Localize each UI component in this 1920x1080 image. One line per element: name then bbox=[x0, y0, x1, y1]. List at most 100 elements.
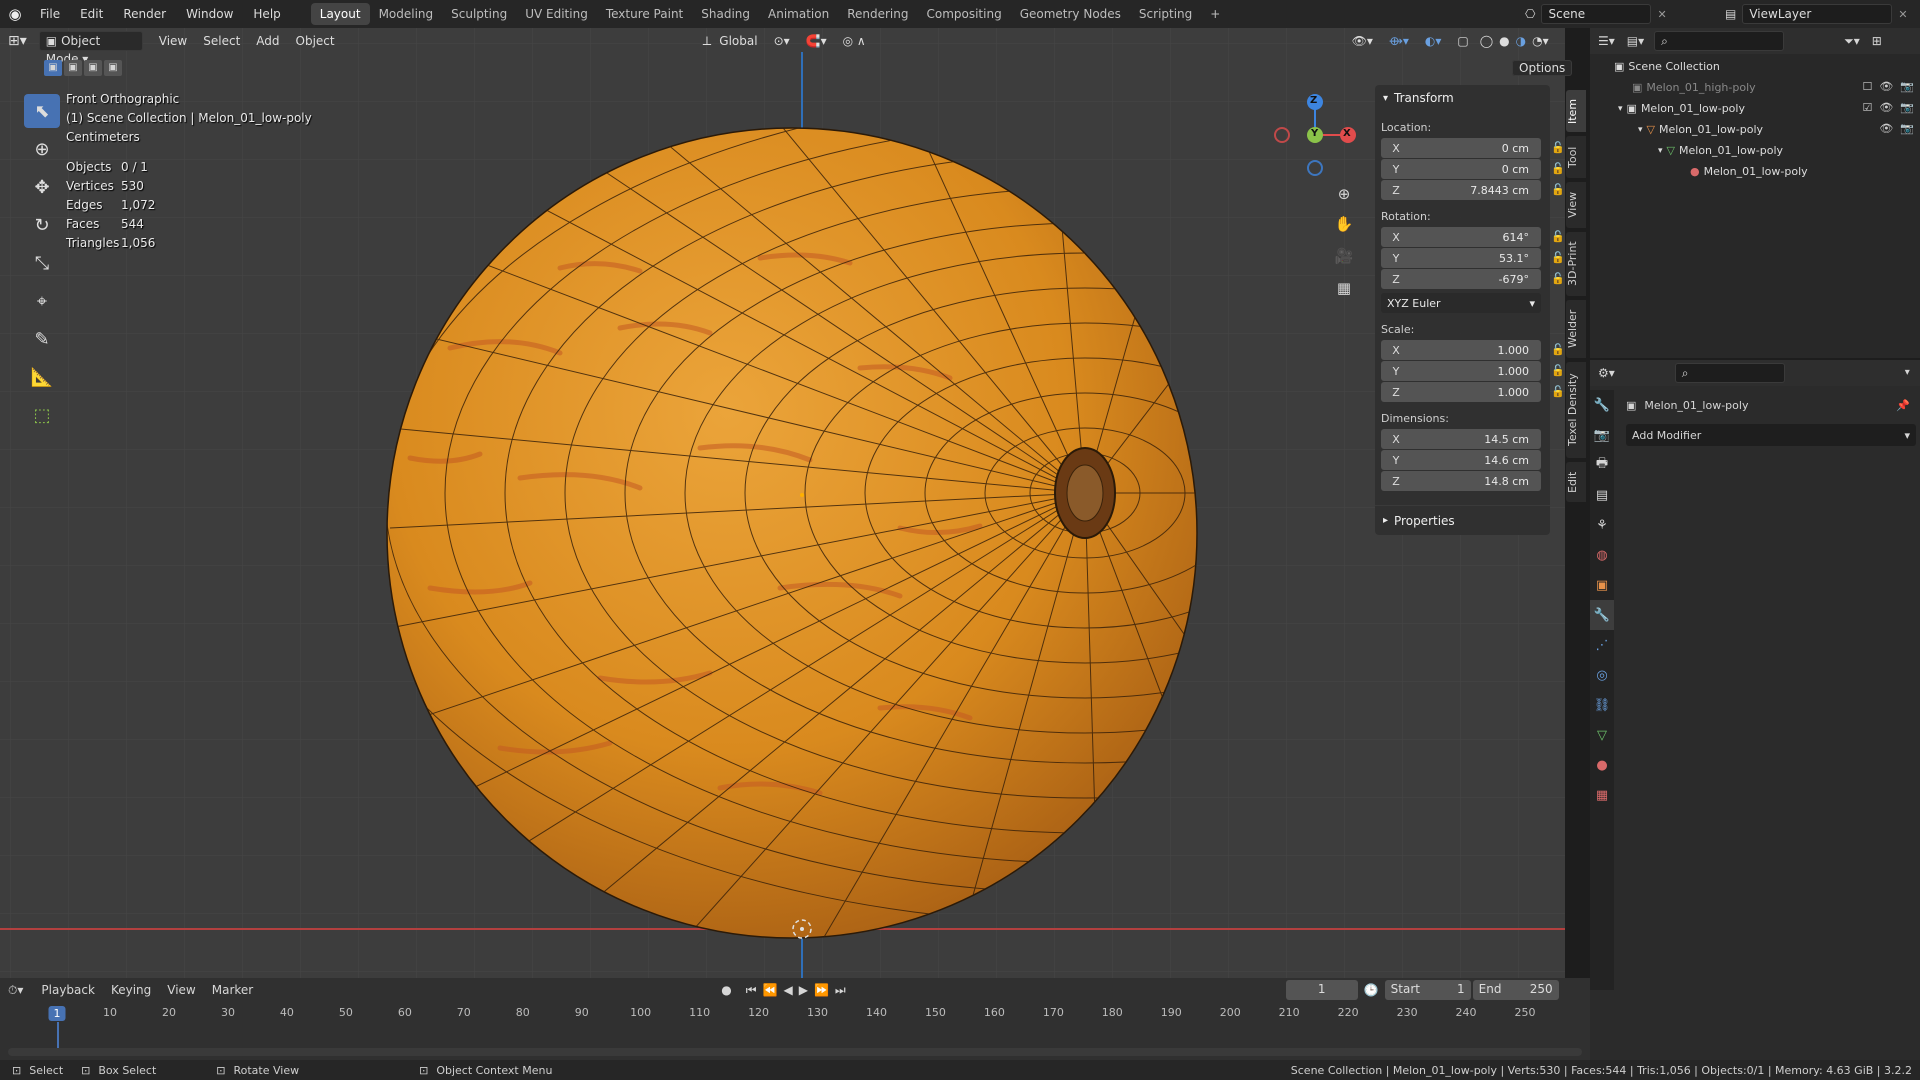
outliner-row-low-poly-collection[interactable]: ▾ ▣ Melon_01_low-poly ☑ 👁 📷 bbox=[1590, 98, 1920, 119]
perspective-grid-icon[interactable]: ▦ bbox=[1330, 272, 1358, 304]
menu-select[interactable]: Select bbox=[195, 30, 248, 52]
expand-arrow-icon[interactable]: ▾ bbox=[1658, 146, 1663, 156]
overlay-toggle-icon[interactable]: ◐▾ bbox=[1417, 30, 1450, 52]
scale-y-field[interactable]: Y 1.000 🔓 bbox=[1381, 361, 1565, 381]
visibility-icon[interactable]: 👁▾ bbox=[1344, 30, 1381, 52]
view-layer-field[interactable]: ViewLayer bbox=[1742, 4, 1893, 24]
tab-geometry-nodes[interactable]: Geometry Nodes bbox=[1011, 3, 1130, 25]
add-cube-tool[interactable]: ⬚ bbox=[24, 398, 60, 432]
mode-dropdown[interactable]: ▣ Object Mode ▾ bbox=[38, 31, 143, 66]
scene-icon[interactable]: ⎔ bbox=[1525, 8, 1535, 20]
camera-render-icon[interactable]: 📷 bbox=[1900, 80, 1914, 93]
expand-arrow-icon[interactable]: ▾ bbox=[1618, 104, 1623, 114]
menu-help[interactable]: Help bbox=[243, 7, 290, 21]
cursor-tool[interactable]: ⊕ bbox=[24, 132, 60, 166]
view-layer-properties-icon[interactable]: ▤ bbox=[1590, 480, 1614, 510]
physics-properties-icon[interactable]: ◎ bbox=[1590, 660, 1614, 690]
scene-properties-icon[interactable]: ⚘ bbox=[1590, 510, 1614, 540]
tab-edit[interactable]: Edit bbox=[1566, 462, 1586, 502]
zoom-icon[interactable]: ⊕ bbox=[1330, 180, 1358, 208]
prev-keyframe-icon[interactable]: ⏪ bbox=[763, 984, 778, 996]
object-properties-icon[interactable]: ▣ bbox=[1590, 570, 1614, 600]
lock-icon[interactable]: 🔓 bbox=[1551, 141, 1565, 154]
end-frame-field[interactable]: End 250 bbox=[1472, 980, 1559, 1000]
snap-icon[interactable]: 🧲▾ bbox=[798, 30, 835, 52]
camera-render-icon[interactable]: 📷 bbox=[1900, 101, 1914, 114]
menu-keying[interactable]: Keying bbox=[103, 979, 159, 1001]
properties-search-input[interactable]: ⌕ bbox=[1674, 363, 1785, 383]
current-frame-field[interactable]: 1 bbox=[1285, 980, 1358, 1000]
rotation-z-field[interactable]: Z -679° 🔓 bbox=[1381, 269, 1565, 289]
camera-render-icon[interactable]: 📷 bbox=[1900, 122, 1914, 135]
transform-panel-header[interactable]: ▾ Transform bbox=[1375, 85, 1550, 111]
filter-icon[interactable]: ⏷▾ bbox=[1844, 35, 1860, 47]
eye-icon[interactable]: 👁 bbox=[1879, 80, 1893, 93]
world-properties-icon[interactable]: ◍ bbox=[1590, 540, 1614, 570]
transform-orientation-icon[interactable]: ⟂ bbox=[703, 35, 712, 48]
tab-modeling[interactable]: Modeling bbox=[370, 3, 443, 25]
menu-object[interactable]: Object bbox=[288, 30, 343, 52]
menu-render[interactable]: Render bbox=[113, 7, 176, 21]
solid-shading-icon[interactable]: ● bbox=[1496, 35, 1512, 47]
expand-arrow-icon[interactable]: ▾ bbox=[1638, 125, 1643, 135]
measure-tool[interactable]: 📐 bbox=[24, 360, 60, 394]
current-frame-marker[interactable]: 1 bbox=[48, 1006, 66, 1021]
menu-timeline-view[interactable]: View bbox=[159, 979, 203, 1001]
data-properties-icon[interactable]: ▽ bbox=[1590, 720, 1614, 750]
texture-properties-icon[interactable]: ▦ bbox=[1590, 780, 1614, 810]
menu-playback[interactable]: Playback bbox=[33, 979, 103, 1001]
camera-icon[interactable]: 🎥 bbox=[1330, 240, 1358, 272]
record-icon[interactable]: ● bbox=[721, 984, 731, 996]
lock-icon[interactable]: 🔓 bbox=[1551, 230, 1565, 243]
move-tool[interactable]: ✥ bbox=[24, 170, 60, 204]
tab-animation[interactable]: Animation bbox=[759, 3, 838, 25]
select-new-icon[interactable]: ▣ bbox=[44, 60, 62, 76]
scale-tool[interactable]: ⤡ bbox=[24, 246, 60, 280]
tab-3d-print[interactable]: 3D-Print bbox=[1566, 232, 1586, 296]
display-mode-icon[interactable]: ▤▾ bbox=[1627, 35, 1644, 47]
outliner-row-low-poly-material[interactable]: ● Melon_01_low-poly bbox=[1590, 161, 1920, 182]
eye-icon[interactable]: 👁 bbox=[1879, 101, 1893, 114]
lock-icon[interactable]: 🔓 bbox=[1551, 272, 1565, 285]
tab-uv-editing[interactable]: UV Editing bbox=[516, 3, 597, 25]
editor-type-icon[interactable]: ⊞▾ bbox=[0, 30, 35, 52]
menu-view[interactable]: View bbox=[151, 30, 195, 52]
exclude-checkbox-icon[interactable]: ☐ bbox=[1862, 80, 1872, 93]
render-properties-icon[interactable]: 📷 bbox=[1590, 420, 1614, 450]
include-checkbox-icon[interactable]: ☑ bbox=[1862, 101, 1872, 114]
lock-icon[interactable]: 🔓 bbox=[1551, 183, 1565, 196]
outliner-row-high-poly[interactable]: ▣ Melon_01_high-poly ☐ 👁 📷 bbox=[1590, 77, 1920, 98]
tab-sculpting[interactable]: Sculpting bbox=[442, 3, 516, 25]
tab-rendering[interactable]: Rendering bbox=[838, 3, 917, 25]
rendered-shading-icon[interactable]: ◔▾ bbox=[1529, 35, 1552, 47]
options-dropdown[interactable]: Options bbox=[1512, 59, 1573, 77]
properties-editor-icon[interactable]: ⚙▾ bbox=[1598, 367, 1615, 379]
modifier-properties-icon[interactable]: 🔧 bbox=[1590, 600, 1614, 630]
lock-icon[interactable]: 🔓 bbox=[1551, 343, 1565, 356]
outliner-row-low-poly-object[interactable]: ▾ ▽ Melon_01_low-poly 👁 📷 bbox=[1590, 119, 1920, 140]
menu-add[interactable]: Add bbox=[248, 30, 287, 52]
tab-scripting[interactable]: Scripting bbox=[1130, 3, 1201, 25]
menu-marker[interactable]: Marker bbox=[204, 979, 261, 1001]
scale-z-field[interactable]: Z 1.000 🔓 bbox=[1381, 382, 1565, 402]
add-workspace-button[interactable]: + bbox=[1201, 3, 1229, 25]
tab-view[interactable]: View bbox=[1566, 182, 1586, 228]
properties-panel-header[interactable]: ▸ Properties bbox=[1375, 505, 1550, 535]
menu-window[interactable]: Window bbox=[176, 7, 243, 21]
xray-icon[interactable]: ▢ bbox=[1449, 30, 1476, 52]
start-frame-field[interactable]: Start 1 bbox=[1384, 980, 1471, 1000]
lock-icon[interactable]: 🔓 bbox=[1551, 251, 1565, 264]
eye-icon[interactable]: 👁 bbox=[1879, 122, 1893, 135]
add-modifier-dropdown[interactable]: Add Modifier ▾ bbox=[1626, 424, 1916, 446]
tab-tool[interactable]: Tool bbox=[1566, 136, 1586, 178]
dimension-z-field[interactable]: Z 14.8 cm bbox=[1381, 471, 1541, 491]
location-z-field[interactable]: Z 7.8443 cm 🔓 bbox=[1381, 180, 1565, 200]
location-x-field[interactable]: X0 cm 🔓 bbox=[1381, 138, 1565, 158]
outliner-editor-icon[interactable]: ☰▾ bbox=[1598, 35, 1615, 47]
annotate-tool[interactable]: ✎ bbox=[24, 322, 60, 356]
particle-properties-icon[interactable]: ⋰ bbox=[1590, 630, 1614, 660]
play-reverse-icon[interactable]: ◀ bbox=[783, 984, 792, 996]
rotation-x-field[interactable]: X 614° 🔓 bbox=[1381, 227, 1565, 247]
dimension-x-field[interactable]: X 14.5 cm bbox=[1381, 429, 1541, 449]
proportional-editing-icon[interactable]: ◎ ∧ bbox=[835, 30, 874, 52]
